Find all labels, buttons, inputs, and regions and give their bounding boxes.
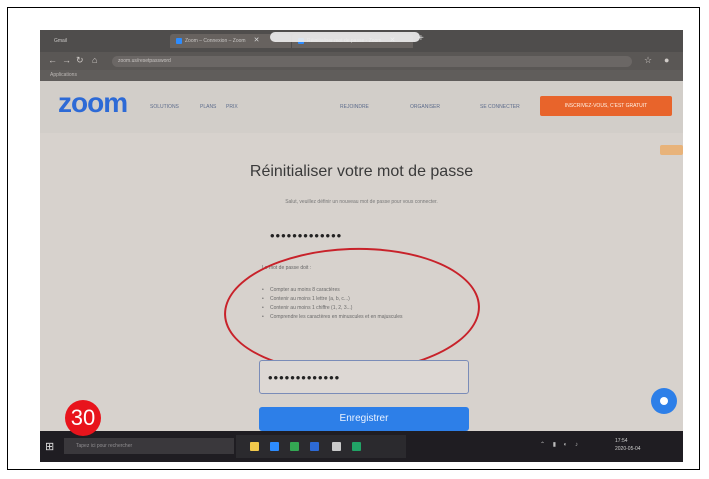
- star-icon[interactable]: ☆: [644, 55, 652, 66]
- tab-gmail[interactable]: Gmail: [54, 34, 154, 48]
- address-bar-row: ← → ↻ ⌂ zoom.us/resetpassword ☆ ●: [40, 52, 683, 70]
- address-glare: [270, 32, 420, 42]
- nav-rejoindre[interactable]: REJOINDRE: [340, 104, 369, 110]
- tab-label: Zoom – Connexion – Zoom: [185, 38, 246, 44]
- windows-taskbar: ⊞ Tapez ici pour rechercher ⌃ ▮ ◐ ♪ 17:5…: [40, 431, 683, 462]
- close-icon[interactable]: ✕: [254, 34, 260, 48]
- tab-label: Gmail: [54, 38, 68, 44]
- system-tray-icons[interactable]: ⌃ ▮ ◐ ♪: [540, 441, 581, 448]
- zoom-app-icon[interactable]: [310, 442, 319, 451]
- zoom-favicon-icon: [176, 37, 182, 44]
- clock-date: 2020-05-04: [615, 446, 641, 452]
- zoom-logo[interactable]: zoom: [58, 87, 128, 119]
- help-chat-icon[interactable]: [651, 388, 677, 414]
- nav-plans[interactable]: PLANS: [200, 104, 216, 110]
- taskbar-apps: [236, 435, 406, 458]
- zoom-header: zoom SOLUTIONS PLANS PRIX REJOINDRE ORGA…: [40, 81, 683, 133]
- windows-start-icon[interactable]: ⊞: [45, 440, 54, 453]
- home-icon[interactable]: ⌂: [92, 55, 97, 65]
- page-subtitle: Salut, veuillez définir un nouveau mot d…: [285, 199, 438, 205]
- save-button[interactable]: Enregistrer: [259, 407, 469, 431]
- taskbar-clock[interactable]: 17:54 2020-05-04: [615, 437, 641, 453]
- mail-icon[interactable]: [332, 442, 341, 451]
- reload-icon[interactable]: ↻: [76, 55, 84, 66]
- url-field[interactable]: zoom.us/resetpassword: [112, 56, 632, 67]
- nav-solutions[interactable]: SOLUTIONS: [150, 104, 179, 110]
- page-title: Réinitialiser votre mot de passe: [249, 163, 474, 180]
- nav-organiser[interactable]: ORGANISER: [410, 104, 440, 110]
- edge-icon[interactable]: [270, 442, 279, 451]
- bookmarks-bar[interactable]: Applications: [40, 70, 683, 81]
- side-decoration: [660, 145, 683, 155]
- photo-of-screen: Gmail Zoom – Connexion – Zoom ✕ Réinitial…: [40, 30, 683, 462]
- taskbar-search-input[interactable]: Tapez ici pour rechercher: [64, 438, 234, 454]
- back-icon[interactable]: ←: [48, 55, 57, 65]
- nav-prix[interactable]: PRIX: [226, 104, 238, 110]
- chrome-icon[interactable]: [290, 442, 299, 451]
- excel-icon[interactable]: [352, 442, 361, 451]
- nav-se-connecter[interactable]: SE CONNECTER: [480, 104, 520, 110]
- profile-icon[interactable]: ●: [664, 55, 669, 65]
- forward-icon[interactable]: →: [62, 55, 71, 65]
- signup-button[interactable]: INSCRIVEZ-VOUS, C'EST GRATUIT: [540, 96, 672, 116]
- confirm-password-field[interactable]: •••••••••••••: [259, 360, 469, 394]
- file-explorer-icon[interactable]: [250, 442, 259, 451]
- annotation-oval: [221, 243, 483, 378]
- new-password-field[interactable]: •••••••••••••: [270, 228, 342, 243]
- step-number-badge: 30: [65, 400, 101, 436]
- clock-time: 17:54: [615, 438, 628, 444]
